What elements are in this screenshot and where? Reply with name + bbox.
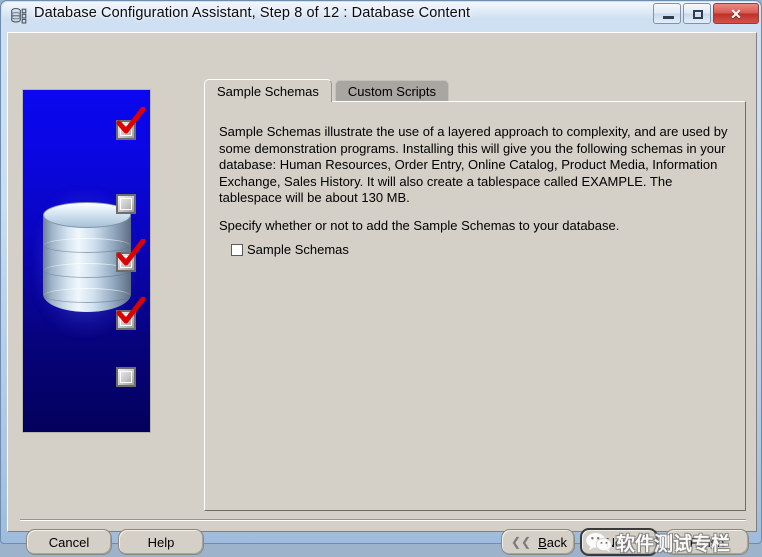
title-bar[interactable]: Database Configuration Assistant, Step 8… — [1, 1, 762, 31]
tab-strip: Sample Schemas Custom Scripts — [204, 79, 450, 102]
maximize-button[interactable] — [683, 3, 711, 24]
step-indicator-1 — [116, 107, 145, 140]
database-app-icon — [10, 7, 28, 25]
client-area: Sample Schemas Custom Scripts Sample Sch… — [7, 32, 757, 556]
next-button[interactable]: Next — [580, 528, 658, 556]
window-title: Database Configuration Assistant, Step 8… — [34, 5, 471, 21]
step-indicator-4 — [116, 297, 145, 330]
sample-schemas-checkbox-label: Sample Schemas — [247, 242, 349, 257]
button-bar-separator — [20, 519, 746, 521]
close-icon: ✕ — [730, 5, 742, 22]
finish-button[interactable]: Finish — [665, 529, 749, 555]
tab-content-panel: Sample Schemas illustrate the use of a l… — [204, 101, 746, 511]
back-button-label: Back — [538, 534, 567, 550]
back-button[interactable]: ❮❮ Back — [501, 529, 575, 555]
intro-description: Sample Schemas illustrate the use of a l… — [219, 124, 728, 205]
prompt-description: Specify whether or not to add the Sample… — [219, 218, 620, 233]
step-indicator-2 — [116, 194, 136, 214]
cancel-button[interactable]: Cancel — [26, 529, 112, 555]
close-button[interactable]: ✕ — [713, 3, 759, 24]
step-indicator-3 — [116, 239, 145, 272]
tab-sample-schemas[interactable]: Sample Schemas — [204, 79, 332, 102]
minimize-icon — [663, 16, 674, 19]
maximize-icon — [693, 10, 703, 19]
help-button-label: Help — [147, 534, 175, 550]
sample-schemas-checkbox[interactable] — [231, 243, 243, 256]
chevron-double-left-icon: ❮❮ — [510, 535, 532, 549]
step-indicator-5 — [116, 367, 136, 387]
cancel-button-label: Cancel — [48, 534, 90, 550]
minimize-button[interactable] — [653, 3, 681, 24]
empty-box-icon — [120, 371, 132, 383]
finish-button-label: Finish — [689, 534, 725, 550]
empty-box-icon — [120, 198, 132, 210]
tab-label: Custom Scripts — [347, 83, 437, 99]
application-window: Database Configuration Assistant, Step 8… — [0, 0, 762, 556]
tab-custom-scripts[interactable]: Custom Scripts — [334, 80, 450, 102]
next-button-label: Next — [605, 534, 633, 550]
help-button[interactable]: Help — [118, 529, 204, 555]
database-illustration — [22, 89, 151, 433]
window-controls: ✕ — [651, 3, 759, 24]
tab-label: Sample Schemas — [217, 83, 319, 99]
sample-schemas-checkbox-row[interactable]: Sample Schemas — [231, 242, 349, 257]
